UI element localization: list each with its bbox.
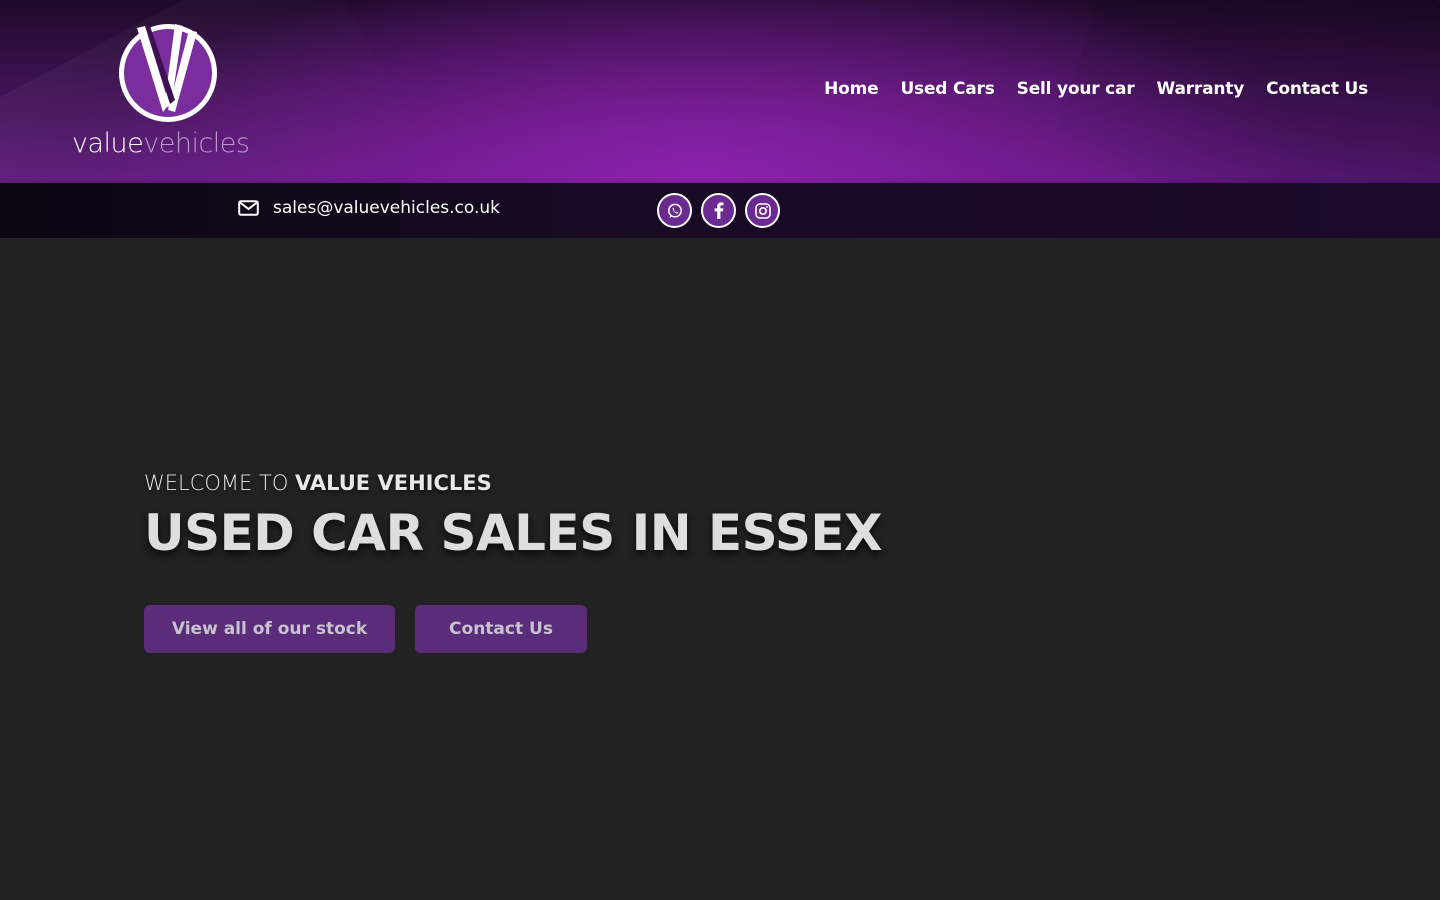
email-link[interactable]: sales@valuevehicles.co.uk [238, 198, 500, 218]
hero-welcome-line: WELCOME TO VALUE VEHICLES [144, 471, 492, 495]
nav-item-used-cars[interactable]: Used Cars [900, 79, 994, 99]
contact-us-button[interactable]: Contact Us [415, 605, 587, 653]
top-contact-bar: sales@valuevehicles.co.uk [0, 183, 1440, 238]
logo-wordmark: valuevehicles [72, 128, 268, 159]
hero-title: USED CAR SALES IN ESSEX [144, 504, 883, 562]
instagram-button[interactable] [745, 193, 780, 228]
welcome-brand: VALUE VEHICLES [295, 471, 492, 495]
social-links [657, 193, 780, 228]
main-nav: Home Used Cars Sell your car Warranty Co… [824, 79, 1368, 99]
site-header: valuevehicles Home Used Cars Sell your c… [0, 0, 1440, 183]
facebook-button[interactable] [701, 193, 736, 228]
instagram-icon [754, 202, 771, 219]
nav-item-warranty[interactable]: Warranty [1157, 79, 1245, 99]
nav-item-contact-us[interactable]: Contact Us [1266, 79, 1368, 99]
facebook-icon [714, 202, 723, 219]
hero-section: WELCOME TO VALUE VEHICLES USED CAR SALES… [0, 238, 1440, 900]
view-stock-button[interactable]: View all of our stock [144, 605, 395, 653]
whatsapp-button[interactable] [657, 193, 692, 228]
logo-word-vehicles: vehicles [143, 128, 250, 159]
welcome-prefix: WELCOME TO [144, 471, 289, 495]
email-address: sales@valuevehicles.co.uk [273, 198, 501, 218]
logo-v-mark-icon [119, 24, 217, 122]
nav-item-home[interactable]: Home [824, 79, 879, 99]
envelope-icon [238, 200, 259, 216]
logo-word-value: value [72, 128, 144, 159]
nav-item-sell-your-car[interactable]: Sell your car [1017, 79, 1135, 99]
site-logo[interactable]: valuevehicles [70, 16, 266, 168]
whatsapp-icon [667, 203, 682, 218]
